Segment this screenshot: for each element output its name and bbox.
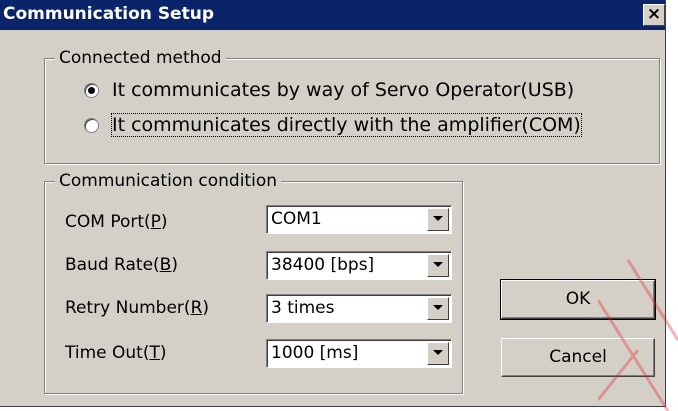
communication-condition-group: Communication condition COM Port(P) COM1… [44, 170, 463, 394]
time-out-dropdown-button[interactable] [427, 342, 449, 365]
retry-number-accel: R [190, 298, 203, 318]
radio-com-label: It communicates directly with the amplif… [111, 113, 582, 137]
radio-usb[interactable]: It communicates by way of Servo Operator… [84, 79, 574, 101]
baud-rate-label-close: ) [171, 255, 178, 275]
title-bar[interactable]: Communication Setup × [0, 0, 665, 30]
baud-rate-label-text: Baud Rate( [65, 255, 160, 275]
time-out-label-close: ) [159, 343, 167, 363]
retry-number-label-close: ) [202, 298, 210, 318]
retry-number-select[interactable]: 3 times [266, 294, 452, 323]
com-port-value: COM1 [271, 209, 322, 229]
com-port-label-close: ) [160, 212, 168, 232]
close-button[interactable]: × [643, 4, 665, 26]
time-out-label-text: Time Out( [65, 343, 150, 363]
chevron-down-icon [433, 305, 443, 310]
time-out-value: 1000 [ms] [271, 343, 359, 363]
com-port-select[interactable]: COM1 [266, 205, 452, 234]
radio-com-button[interactable] [84, 117, 99, 133]
communication-condition-legend: Communication condition [55, 170, 281, 192]
time-out-select[interactable]: 1000 [ms] [266, 339, 452, 368]
com-port-dropdown-button[interactable] [427, 208, 449, 231]
radio-usb-label: It communicates by way of Servo Operator… [112, 79, 575, 101]
watermark-stripes [598, 259, 678, 411]
connected-method-group: Connected method It communicates by way … [44, 47, 660, 164]
retry-number-label-text: Retry Number( [65, 298, 191, 318]
com-port-label: COM Port(P) [65, 212, 168, 232]
time-out-accel: T [149, 343, 160, 363]
com-port-label-text: COM Port( [65, 212, 151, 232]
radio-com[interactable]: It communicates directly with the amplif… [84, 113, 582, 137]
close-icon: × [646, 4, 662, 24]
retry-number-label: Retry Number(R) [65, 298, 209, 318]
baud-rate-accel: B [159, 255, 172, 275]
baud-rate-label: Baud Rate(B) [65, 255, 178, 275]
radio-selected-dot [88, 86, 95, 94]
chevron-down-icon [433, 216, 443, 221]
chevron-down-icon [433, 262, 443, 267]
baud-rate-value: 38400 [bps] [271, 255, 375, 275]
baud-rate-dropdown-button[interactable] [427, 254, 449, 277]
retry-number-dropdown-button[interactable] [427, 297, 449, 320]
com-port-accel: P [150, 212, 161, 232]
window-title: Communication Setup [3, 4, 214, 24]
baud-rate-select[interactable]: 38400 [bps] [266, 251, 452, 280]
time-out-label: Time Out(T) [65, 343, 167, 363]
retry-number-value: 3 times [271, 298, 335, 318]
communication-setup-dialog: Communication Setup × Connected method I… [0, 0, 666, 407]
chevron-down-icon [433, 350, 443, 355]
radio-usb-button[interactable] [84, 82, 99, 98]
connected-method-legend: Connected method [55, 47, 226, 69]
